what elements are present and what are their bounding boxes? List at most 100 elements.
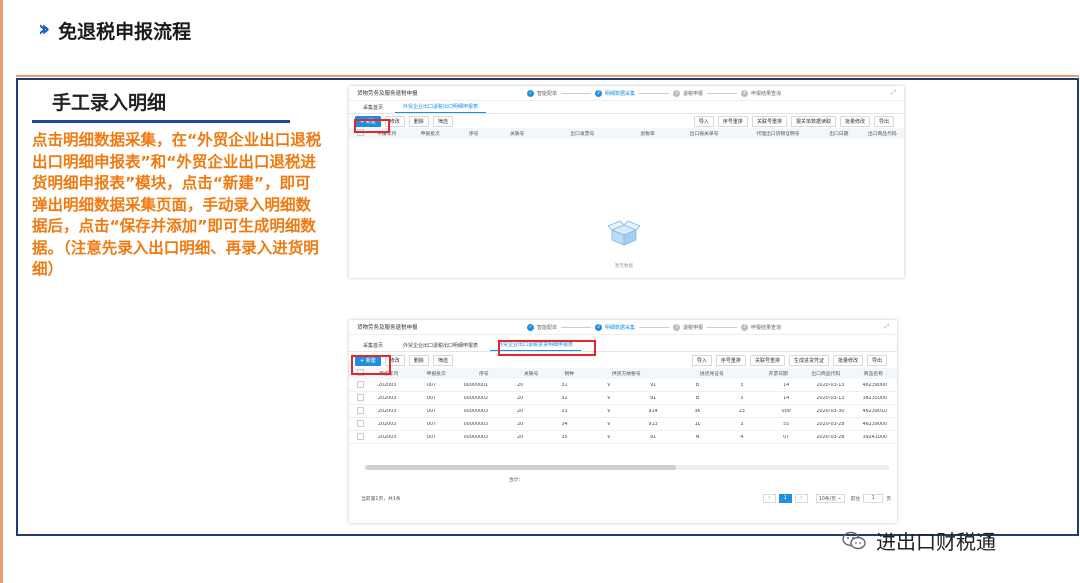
export-button[interactable]: 导出 (866, 354, 887, 366)
app-header: 货物劳务及服务退税申报 ✓ 智能配单 2 明细数据采集 3 退税申报 4 申报结果查询 … (349, 320, 897, 335)
filter-button[interactable]: 筛选 (432, 115, 453, 127)
table-cell: 00000003 (463, 421, 489, 427)
divider-line (16, 75, 1079, 77)
table-cell: 33 (561, 408, 568, 414)
table-header: 申报年月 申报批次 序号 关联号 税种 供货方纳税号 进货凭证号 开票日期 出口商品代码 商品名称 (349, 368, 897, 379)
step-4[interactable]: 4 申报结果查询 (741, 323, 781, 331)
reorder-button[interactable]: 序号重排 (717, 115, 748, 127)
table-cell: 007 (426, 434, 437, 440)
table-cell: 1L (694, 421, 701, 427)
table-row[interactable]: 202003 007 00000003 20 34 V 913 1L 3 55 2020-03-28… (349, 418, 897, 431)
table-cell: 202003 (378, 434, 397, 440)
table-cell: 14 (783, 382, 790, 388)
table-cell: 20 (517, 395, 524, 401)
tab-export-detail[interactable]: 外贸企业出口退税出口明细申报表 (395, 103, 487, 113)
step-number-icon: 3 (673, 89, 681, 97)
expand-icon[interactable]: ⤢ (884, 323, 889, 331)
table-cell: 2020-03-13 (816, 395, 845, 401)
left-accent-bar (0, 0, 3, 583)
step-1[interactable]: ✓ 智能配单 (527, 89, 557, 97)
table-cell: B (695, 382, 700, 388)
goto-label: 前往 (850, 496, 861, 502)
step-1[interactable]: ✓ 智能配单 (527, 323, 557, 331)
row-checkbox[interactable] (356, 419, 364, 427)
table-row[interactable]: 202003 007 00000002 20 32 V 91 B 3 14 2020-03-13 38… (349, 392, 897, 405)
table-cell: 913 (648, 421, 658, 427)
table-cell: 007 (426, 395, 437, 401)
table-cell: 202003 (378, 421, 397, 427)
table-header: 申报年月 申报批次 序号 关联号 出口发票号 退税率 出口报关单号 代理出口货物证明号 出口日期… (349, 128, 904, 139)
step-number-icon: 2 (595, 89, 603, 97)
watermark-text: 进出口财税通 (876, 530, 996, 554)
next-page-button[interactable]: › (794, 493, 808, 503)
table-cell: 46239010 (862, 408, 887, 414)
export-button[interactable]: 导出 (873, 115, 894, 127)
highlight-new-button (354, 119, 390, 133)
wechat-icon (842, 531, 866, 549)
table-row[interactable]: 202003 007 00000003 20 33 V 914 3K 23 000 2020-03-… (349, 405, 897, 418)
horizontal-scrollbar[interactable] (364, 465, 889, 470)
table-cell: 46239000 (862, 382, 887, 388)
relink-button[interactable]: 关联号重排 (749, 354, 785, 366)
step-2[interactable]: 2 明细数据采集 (595, 323, 635, 331)
tab-home[interactable]: 采集首页 (355, 104, 391, 113)
batch-edit-button[interactable]: 批量修改 (839, 115, 870, 127)
goto-input[interactable]: 1 (863, 493, 884, 503)
tab-bar: 采集首页 外贸企业出口退税出口明细申报表 (349, 101, 904, 114)
filter-button[interactable]: 筛选 (432, 354, 453, 366)
table-cell: 00000003 (463, 408, 489, 414)
prev-page-button[interactable]: ‹ (762, 493, 776, 503)
read-declaration-button[interactable]: 报关单数据读取 (790, 115, 836, 127)
highlight-purchase-tab (498, 340, 596, 356)
page-1-button[interactable]: 1 (778, 493, 792, 503)
table-cell: V (607, 434, 611, 440)
step-2[interactable]: 2 明细数据采集 (595, 89, 635, 97)
table-cell: 20 (517, 434, 524, 440)
import-button[interactable]: 导入 (691, 354, 712, 366)
expand-icon[interactable]: ⤢ (891, 89, 896, 97)
batch-edit-button[interactable]: 批量修改 (832, 354, 863, 366)
delete-button[interactable]: 删除 (408, 354, 429, 366)
table-cell: 3 (740, 395, 744, 401)
table-cell: V (607, 382, 611, 388)
scroll-thumb[interactable] (366, 465, 676, 470)
check-icon: ✓ (527, 89, 534, 97)
step-3[interactable]: 3 退税申报 (673, 323, 703, 331)
generate-voucher-button[interactable]: 生成进货凭证 (788, 354, 829, 366)
table-cell: B (695, 395, 700, 401)
step-3[interactable]: 3 退税申报 (673, 89, 703, 97)
table-cell: 20 (517, 408, 524, 414)
row-checkbox[interactable] (356, 406, 364, 414)
pagination-bar: 当前第1页，共1条 ‹ 1 › 10条/页 ⌄ 前往 1 页 (361, 492, 891, 504)
relink-button[interactable]: 关联号重排 (751, 115, 787, 127)
table-cell: 46239000 (862, 421, 887, 427)
import-button[interactable]: 导入 (693, 115, 714, 127)
step-number-icon: 4 (741, 89, 749, 97)
table-cell: 3 (740, 382, 744, 388)
row-checkbox[interactable] (356, 393, 364, 401)
table-row[interactable]: 202003 007 00000001 20 31 V 91 B 3 14 2020-03-13 46… (349, 379, 897, 392)
table-cell: 3K (694, 408, 701, 414)
toolbar: + 新建 修改 删除 筛选 导入 序号重排 关联号重排 生成进货凭证 批量修改 … (349, 352, 897, 368)
page-suffix: 页 (886, 496, 891, 502)
delete-button[interactable]: 删除 (408, 115, 429, 127)
table-cell: 39241000 (862, 434, 887, 440)
page-size-select[interactable]: 10条/页 ⌄ (815, 493, 845, 503)
table-cell: 007 (426, 408, 437, 414)
app-title: 货物劳务及服务退税申报 (357, 325, 418, 331)
table-body: 202003 007 00000001 20 31 V 91 B 3 14 2020-03-13 46… (349, 379, 897, 444)
app-header: 货物劳务及服务退税申报 ✓ 智能配单 2 明细数据采集 3 退税申报 4 申报结果查询 … (349, 86, 904, 101)
row-checkbox[interactable] (356, 380, 364, 388)
table-row[interactable]: 202003 007 00000003 20 35 V 91 N 4 07 2020-03-28 39… (349, 431, 897, 444)
table-cell: 07 (783, 434, 790, 440)
toolbar: + 新建 修改 删除 筛选 导入 序号重排 关联号重排 报关单数据读取 批量修改… (349, 114, 904, 128)
tab-home[interactable]: 采集首页 (355, 342, 391, 351)
row-checkbox[interactable] (356, 432, 364, 440)
tab-export-detail[interactable]: 外贸企业出口退税出口明细申报表 (395, 342, 486, 351)
reorder-button[interactable]: 序号重排 (715, 354, 746, 366)
table-cell: V (607, 421, 611, 427)
table-cell: 202003 (378, 395, 397, 401)
step-4[interactable]: 4 申报结果查询 (741, 89, 781, 97)
table-cell: 00000003 (463, 434, 489, 440)
screenshot-export-detail: 货物劳务及服务退税申报 ✓ 智能配单 2 明细数据采集 3 退税申报 4 申报结果查询 … (349, 86, 904, 278)
